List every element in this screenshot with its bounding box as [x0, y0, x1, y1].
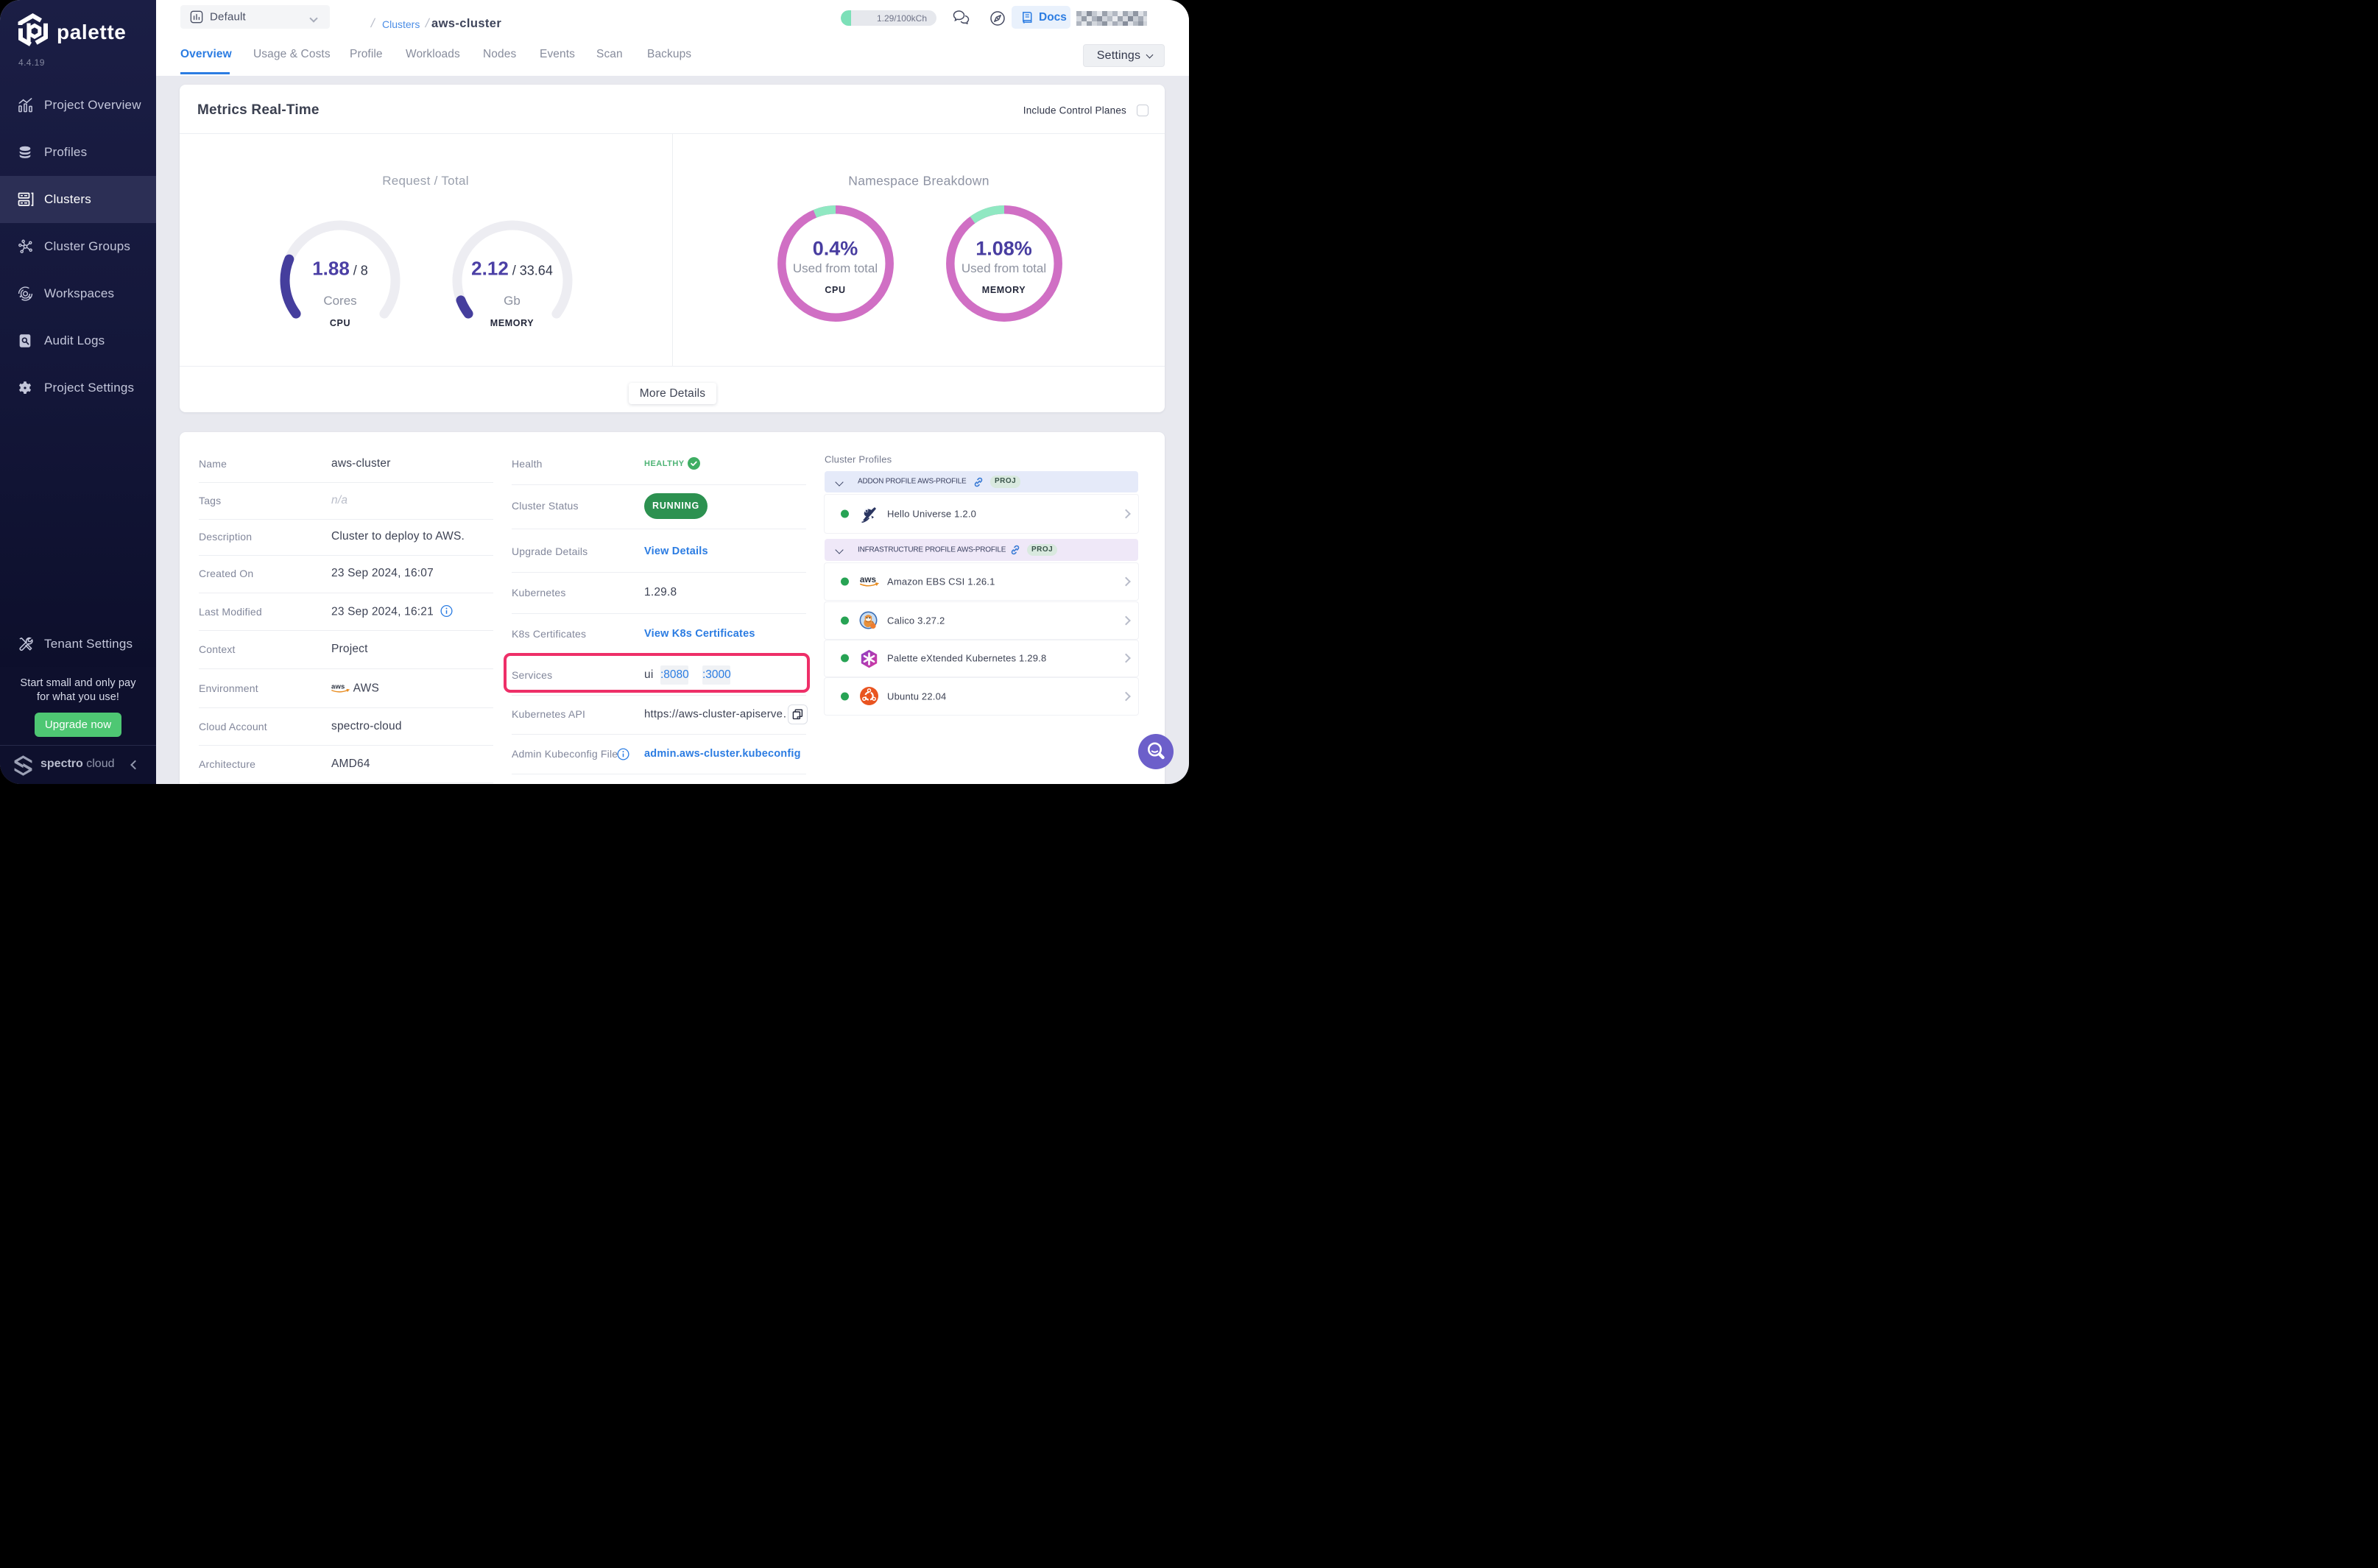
svg-text:aws: aws	[860, 575, 877, 585]
svg-text:aws: aws	[331, 682, 345, 691]
